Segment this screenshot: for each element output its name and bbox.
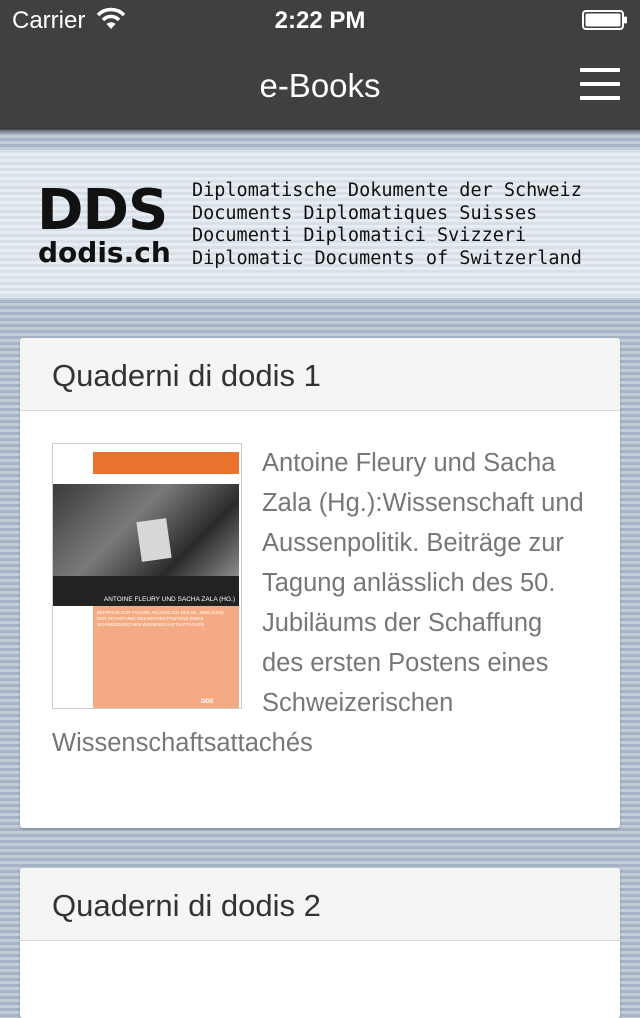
cover-photo	[53, 484, 239, 586]
hamburger-menu-icon[interactable]	[580, 68, 620, 100]
card-title: Quaderni di dodis 2	[52, 888, 321, 923]
card-title: Quaderni di dodis 1	[52, 358, 321, 393]
status-bar: Carrier 2:22 PM	[0, 0, 640, 40]
dodis-url: dodis.ch	[38, 236, 171, 269]
page-title: e-Books	[259, 67, 381, 104]
card-header: Quaderni di dodis 1	[20, 338, 620, 411]
cover-series-bar: QUADERNI DI DODIS | 1	[93, 452, 239, 482]
banner-line-fr: Documents Diplomatiques Suisses	[192, 202, 538, 224]
navbar-shadow	[0, 128, 640, 134]
navigation-bar: e-Books	[0, 40, 640, 134]
ebook-card[interactable]: Quaderni di dodis 1 QUADERNI DI DODIS | …	[20, 338, 620, 828]
cover-title-band: ANTOINE FLEURY UND SACHA ZALA (HG.) WISS…	[53, 576, 239, 617]
card-body: QUADERNI DI DODIS | 1 ANTOINE FLEURY UND…	[20, 411, 620, 763]
banner-line-en: Diplomatic Documents of Switzerland	[192, 247, 582, 269]
book-cover[interactable]: QUADERNI DI DODIS | 1 ANTOINE FLEURY UND…	[52, 443, 242, 709]
ebook-card[interactable]: Quaderni di dodis 2	[20, 868, 620, 1018]
banner-line-it: Documenti Diplomatici Svizzeri	[192, 225, 527, 246]
dds-logo: DDS	[37, 178, 168, 243]
cover-logo: DDS	[201, 699, 214, 705]
card-header: Quaderni di dodis 2	[20, 868, 620, 941]
banner-text: Diplomatische Dokumente der Schweiz Docu…	[192, 180, 582, 270]
battery-icon	[582, 10, 627, 30]
status-time: 2:22 PM	[274, 7, 366, 34]
cover-subtitle: BEITRÄGE ZUR TAGUNG ANLÄSSLICH DES 50. J…	[97, 610, 224, 627]
banner-line-de: Diplomatische Dokumente der Schweiz	[192, 180, 582, 201]
